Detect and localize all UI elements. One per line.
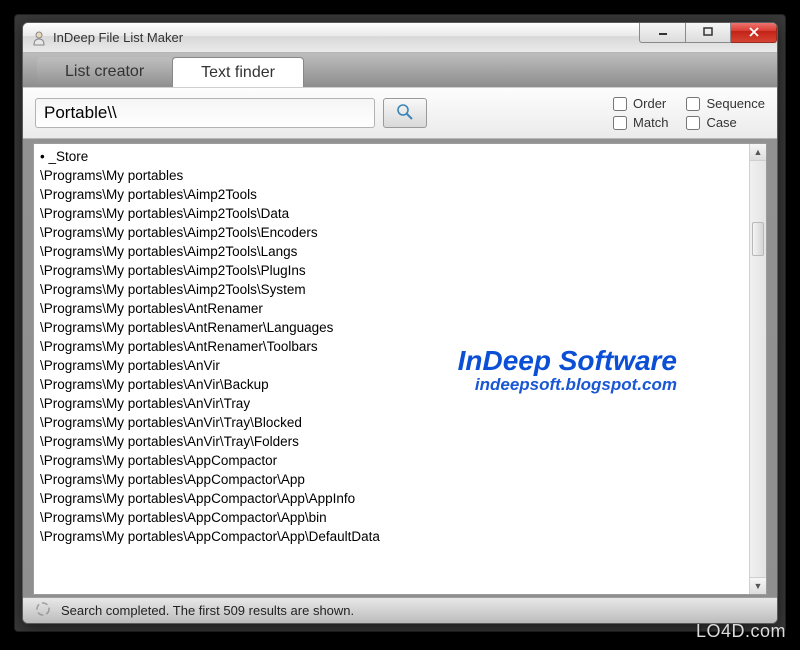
- list-item[interactable]: \Programs\My portables\Aimp2Tools\Data: [40, 204, 760, 223]
- tab-text-finder[interactable]: Text finder: [172, 57, 304, 87]
- case-checkbox[interactable]: [686, 116, 700, 130]
- match-checkbox[interactable]: [613, 116, 627, 130]
- list-item[interactable]: \Programs\My portables\AppCompactor\App\…: [40, 527, 760, 546]
- window-controls: [639, 22, 777, 43]
- search-input[interactable]: [35, 98, 375, 128]
- list-item[interactable]: \Programs\My portables\AntRenamer\Toolba…: [40, 337, 760, 356]
- option-order[interactable]: Order: [613, 96, 668, 111]
- titlebar[interactable]: InDeep File List Maker: [23, 23, 777, 53]
- list-item[interactable]: \Programs\My portables\Aimp2Tools\Langs: [40, 242, 760, 261]
- list-item[interactable]: \Programs\My portables\AppCompactor\App\…: [40, 508, 760, 527]
- list-item[interactable]: \Programs\My portables\Aimp2Tools: [40, 185, 760, 204]
- order-checkbox[interactable]: [613, 97, 627, 111]
- list-item[interactable]: \Programs\My portables\Aimp2Tools\Encode…: [40, 223, 760, 242]
- list-item[interactable]: • _Store: [40, 147, 760, 166]
- search-toolbar: Order Sequence Match Case: [23, 87, 777, 139]
- option-case[interactable]: Case: [686, 115, 765, 130]
- tab-list-creator[interactable]: List creator: [37, 57, 172, 87]
- results-list[interactable]: • _Store\Programs\My portables\Programs\…: [33, 143, 767, 595]
- option-match[interactable]: Match: [613, 115, 668, 130]
- list-item[interactable]: \Programs\My portables\AnVir\Tray\Folder…: [40, 432, 760, 451]
- option-label: Match: [633, 115, 668, 130]
- status-text: Search completed. The first 509 results …: [61, 603, 354, 618]
- option-label: Order: [633, 96, 666, 111]
- app-icon: [31, 30, 47, 46]
- option-sequence[interactable]: Sequence: [686, 96, 765, 111]
- sequence-checkbox[interactable]: [686, 97, 700, 111]
- results-panel: • _Store\Programs\My portables\Programs\…: [33, 143, 767, 595]
- list-item[interactable]: \Programs\My portables\AnVir\Tray: [40, 394, 760, 413]
- list-item[interactable]: \Programs\My portables\Aimp2Tools\PlugIn…: [40, 261, 760, 280]
- status-bar: Search completed. The first 509 results …: [23, 597, 777, 623]
- status-icon: [35, 601, 51, 620]
- list-item[interactable]: \Programs\My portables\Aimp2Tools\System: [40, 280, 760, 299]
- search-options: Order Sequence Match Case: [613, 96, 765, 130]
- option-label: Sequence: [706, 96, 765, 111]
- list-item[interactable]: \Programs\My portables\AppCompactor: [40, 451, 760, 470]
- search-button[interactable]: [383, 98, 427, 128]
- list-item[interactable]: \Programs\My portables\AppCompactor\App\…: [40, 489, 760, 508]
- site-watermark: LO4D.com: [696, 621, 786, 642]
- scroll-up-icon[interactable]: ▲: [750, 144, 766, 161]
- option-label: Case: [706, 115, 736, 130]
- list-item[interactable]: \Programs\My portables\AppCompactor\App: [40, 470, 760, 489]
- maximize-button[interactable]: [685, 22, 731, 43]
- app-window: InDeep File List Maker List creator: [22, 22, 778, 624]
- search-icon: [396, 103, 414, 124]
- list-item[interactable]: \Programs\My portables\AnVir\Tray\Blocke…: [40, 413, 760, 432]
- list-item[interactable]: \Programs\My portables: [40, 166, 760, 185]
- list-item[interactable]: \Programs\My portables\AntRenamer\Langua…: [40, 318, 760, 337]
- scroll-thumb[interactable]: [752, 222, 764, 256]
- list-item[interactable]: \Programs\My portables\AnVir: [40, 356, 760, 375]
- minimize-button[interactable]: [639, 22, 685, 43]
- scroll-down-icon[interactable]: ▼: [750, 577, 766, 594]
- client-area: List creator Text finder: [23, 53, 777, 623]
- tab-label: Text finder: [201, 64, 275, 82]
- list-item[interactable]: \Programs\My portables\AntRenamer: [40, 299, 760, 318]
- tab-strip: List creator Text finder: [23, 53, 777, 87]
- list-item[interactable]: \Programs\My portables\AnVir\Backup: [40, 375, 760, 394]
- tab-label: List creator: [65, 63, 144, 81]
- window-title: InDeep File List Maker: [53, 30, 183, 45]
- close-button[interactable]: [731, 22, 777, 43]
- scrollbar[interactable]: ▲ ▼: [749, 144, 766, 594]
